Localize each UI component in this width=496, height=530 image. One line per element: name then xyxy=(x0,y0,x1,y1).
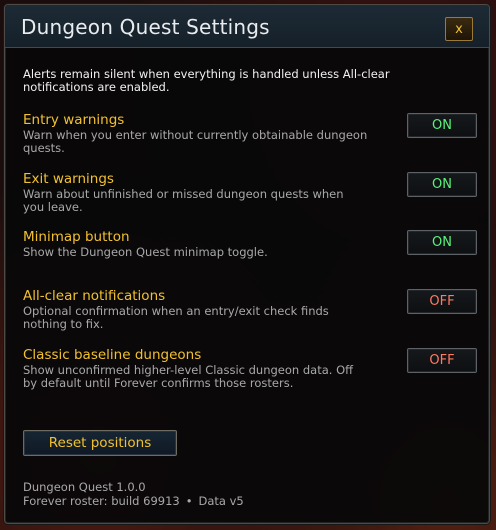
exit-warnings-toggle[interactable]: ON xyxy=(407,172,477,197)
all-clear-notifications-toggle[interactable]: OFF xyxy=(407,289,477,314)
setting-exit-warnings: Exit warnings Warn about unfinished or m… xyxy=(23,171,483,214)
close-button[interactable]: x xyxy=(445,17,473,41)
setting-description: Show unconfirmed higher-level Classic du… xyxy=(23,363,354,390)
minimap-button-toggle[interactable]: ON xyxy=(407,230,477,255)
roster-line: Forever roster: build 69913 • Data v5 xyxy=(23,494,244,508)
window-titlebar[interactable]: Dungeon Quest Settings x xyxy=(5,5,489,48)
setting-entry-warnings: Entry warnings Warn when you enter witho… xyxy=(23,112,483,155)
roster-text: Forever roster: build 69913 xyxy=(23,494,180,508)
setting-description: Warn about unfinished or missed dungeon … xyxy=(23,187,344,214)
close-icon: x xyxy=(455,21,463,37)
setting-description: Optional confirmation when an entry/exit… xyxy=(23,304,329,331)
entry-warnings-toggle[interactable]: ON xyxy=(407,113,477,138)
setting-description: Warn when you enter without currently ob… xyxy=(23,128,368,155)
setting-all-clear-notifications: All-clear notifications Optional confirm… xyxy=(23,288,483,331)
intro-text: Alerts remain silent when everything is … xyxy=(23,67,390,94)
window-title: Dungeon Quest Settings xyxy=(21,15,270,39)
settings-window: Dungeon Quest Settings x Alerts remain s… xyxy=(4,4,490,524)
setting-minimap-button: Minimap button Show the Dungeon Quest mi… xyxy=(23,229,483,259)
classic-baseline-dungeons-toggle[interactable]: OFF xyxy=(407,348,477,373)
version-text: Dungeon Quest 1.0.0 xyxy=(23,480,146,494)
data-version-text: Data v5 xyxy=(198,494,244,508)
footer: Dungeon Quest 1.0.0 Forever roster: buil… xyxy=(23,480,244,508)
reset-positions-button[interactable]: Reset positions xyxy=(23,430,177,456)
setting-classic-baseline-dungeons: Classic baseline dungeons Show unconfirm… xyxy=(23,347,483,390)
separator: • xyxy=(185,494,193,508)
setting-description: Show the Dungeon Quest minimap toggle. xyxy=(23,245,268,259)
